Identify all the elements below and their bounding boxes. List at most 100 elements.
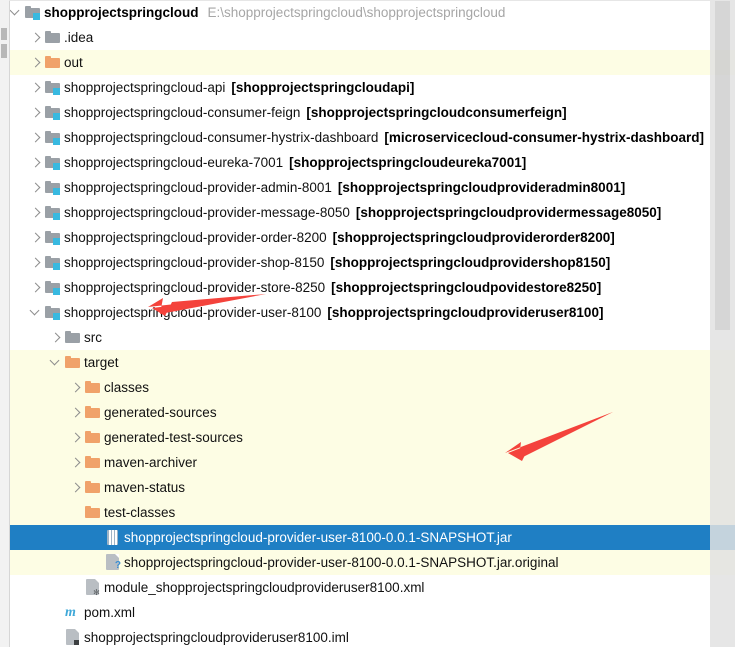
tree-row-classes[interactable]: classes: [0, 375, 735, 400]
tree-row-maven-archiver[interactable]: maven-archiver: [0, 450, 735, 475]
tree-row-generated-sources[interactable]: generated-sources: [0, 400, 735, 425]
module-name-suffix: [shopprojectspringcloudconsumerfeign]: [306, 105, 567, 120]
panel-top-rule: [9, 0, 735, 1]
unknown-file-icon: ?: [106, 554, 121, 571]
folder-gray-icon: [64, 325, 84, 350]
folder-orange-icon: [84, 425, 104, 450]
tree-row-user-8100[interactable]: shopprojectspringcloud-provider-user-810…: [0, 300, 735, 325]
jar-file-icon: [107, 530, 118, 545]
module-folder-icon: [44, 225, 64, 250]
tree-row-label: pom.xml: [84, 605, 136, 620]
chevron-right-icon[interactable]: [29, 25, 44, 50]
tree-row-shop-8150[interactable]: shopprojectspringcloud-provider-shop-815…: [0, 250, 735, 275]
module-folder-icon: [44, 175, 64, 200]
tree-row-root[interactable]: shopprojectspringcloud E:\shopprojectspri…: [0, 0, 735, 25]
chevron-right-icon[interactable]: [29, 50, 44, 75]
folder-orange-icon: [85, 456, 100, 468]
chevron-right-icon[interactable]: [69, 425, 84, 450]
chevron-right-icon[interactable]: [69, 400, 84, 425]
tree-row-label: shopprojectspringcloud-provider-message-…: [64, 205, 350, 220]
tree-row-maven-status[interactable]: maven-status: [0, 475, 735, 500]
chevron-right-icon[interactable]: [29, 225, 44, 250]
xml-file-icon: ✻: [84, 575, 104, 600]
tree-row-src[interactable]: src: [0, 325, 735, 350]
module-folder-icon: [44, 150, 64, 175]
project-tree[interactable]: shopprojectspringcloud E:\shopprojectspri…: [0, 0, 735, 647]
tree-row-idea[interactable]: .idea: [0, 25, 735, 50]
tree-row-pom-user[interactable]: m pom.xml: [0, 600, 735, 625]
tree-row-out[interactable]: out: [0, 50, 735, 75]
maven-file-icon: m: [65, 605, 76, 620]
tree-row-target[interactable]: target: [0, 350, 735, 375]
gutter-mark: [1, 28, 7, 40]
folder-orange-icon: [85, 506, 100, 518]
tree-row-consumer-feign[interactable]: shopprojectspringcloud-consumer-feign [sh…: [0, 100, 735, 125]
tree-row-module-xml[interactable]: ✻ module_shopprojectspringcloudproviderus…: [0, 575, 735, 600]
tree-row-label: shopprojectspringcloudprovideruser8100.i…: [84, 630, 349, 645]
tree-row-label: shopprojectspringcloud-provider-user-810…: [64, 305, 322, 320]
chevron-right-icon[interactable]: [29, 275, 44, 300]
module-folder-icon: [44, 250, 64, 275]
module-folder-icon: [44, 200, 64, 225]
module-name-suffix: [shopprojectspringcloudeureka7001]: [289, 155, 527, 170]
tree-row-message-8050[interactable]: shopprojectspringcloud-provider-message-…: [0, 200, 735, 225]
tree-row-hystrix-dash[interactable]: shopprojectspringcloud-consumer-hystrix-…: [0, 125, 735, 150]
chevron-right-icon[interactable]: [29, 100, 44, 125]
module-folder-icon: [44, 300, 64, 325]
tree-row-admin-8001[interactable]: shopprojectspringcloud-provider-admin-80…: [0, 175, 735, 200]
tree-row-label: src: [84, 330, 102, 345]
chevron-right-icon[interactable]: [29, 175, 44, 200]
module-folder-icon: [44, 125, 64, 150]
module-badge-icon: [53, 163, 60, 170]
tree-row-label: shopprojectspringcloud-provider-admin-80…: [64, 180, 332, 195]
chevron-right-icon[interactable]: [49, 325, 64, 350]
iml-file-icon: [66, 629, 79, 645]
tree-row-generated-test-sources[interactable]: generated-test-sources: [0, 425, 735, 450]
folder-orange-icon: [84, 375, 104, 400]
tree-row-label: classes: [104, 380, 150, 395]
chevron-right-icon[interactable]: [29, 125, 44, 150]
tree-row-label: .idea: [64, 30, 94, 45]
chevron-down-icon[interactable]: [29, 300, 44, 325]
folder-orange-icon: [85, 381, 100, 393]
folder-orange-icon: [85, 481, 100, 493]
folder-orange-icon: [44, 50, 64, 75]
module-badge-icon: [53, 288, 60, 295]
chevron-down-icon[interactable]: [49, 350, 64, 375]
chevron-right-icon[interactable]: [29, 150, 44, 175]
folder-orange-icon: [64, 350, 84, 375]
xml-file-icon: ✻: [86, 579, 100, 597]
chevron-right-icon[interactable]: [69, 375, 84, 400]
chevron-right-icon[interactable]: [29, 200, 44, 225]
chevron-right-icon[interactable]: [29, 250, 44, 275]
folder-gray-icon: [44, 25, 64, 50]
chevron-down-icon[interactable]: [9, 0, 24, 25]
folder-orange-icon: [84, 450, 104, 475]
module-badge-icon: [53, 138, 60, 145]
chevron-right-icon[interactable]: [29, 75, 44, 100]
folder-orange-icon: [84, 475, 104, 500]
tree-row-label: module_shopprojectspringcloudprovideruse…: [104, 580, 425, 595]
scrollbar-thumb[interactable]: [715, 0, 730, 330]
module-badge-icon: [53, 113, 60, 120]
tree-row-test-classes[interactable]: test-classes: [0, 500, 735, 525]
tree-row-store-8250[interactable]: shopprojectspringcloud-provider-store-82…: [0, 275, 735, 300]
jar-file-icon: [104, 525, 124, 550]
folder-orange-icon: [84, 500, 104, 525]
tree-row-label: target: [84, 355, 119, 370]
chevron-right-icon[interactable]: [69, 450, 84, 475]
chevron-right-icon[interactable]: [69, 475, 84, 500]
tree-row-order-8200[interactable]: shopprojectspringcloud-provider-order-82…: [0, 225, 735, 250]
tree-row-iml-user[interactable]: shopprojectspringcloudprovideruser8100.i…: [0, 625, 735, 647]
tree-row-eureka-7001[interactable]: shopprojectspringcloud-eureka-7001 [shopp…: [0, 150, 735, 175]
module-badge-icon: [53, 188, 60, 195]
vertical-scrollbar[interactable]: [710, 0, 735, 647]
module-name-suffix: [shopprojectspringcloudproviderorder8200…: [332, 230, 615, 245]
tree-row-api[interactable]: shopprojectspringcloud-api [shopprojectsp…: [0, 75, 735, 100]
tree-row-jar[interactable]: shopprojectspringcloud-provider-user-810…: [0, 525, 735, 550]
maven-file-icon: m: [64, 600, 84, 625]
tree-row-jar-original[interactable]: ? shopprojectspringcloud-provider-user-81…: [0, 550, 735, 575]
